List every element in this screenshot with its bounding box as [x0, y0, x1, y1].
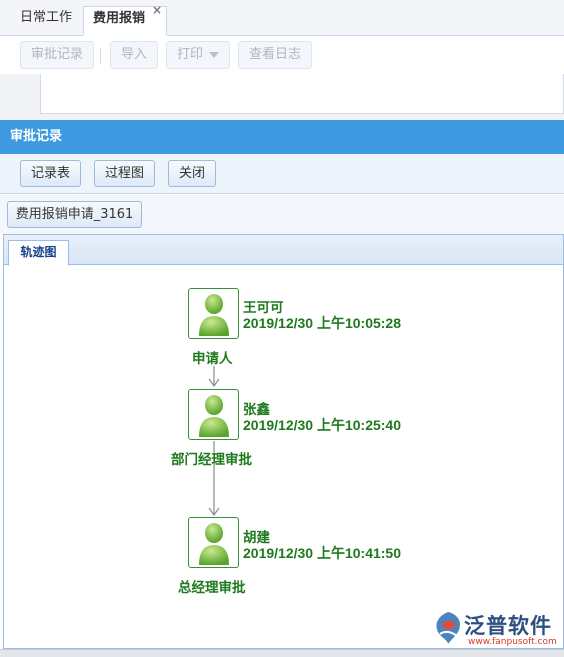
editor-box[interactable]: [40, 74, 564, 114]
tab-label: 费用报销: [93, 11, 146, 26]
node-step: 部门经理审批: [171, 452, 252, 467]
document-row: 费用报销申请_3161: [0, 195, 564, 234]
dialog-title: 审批记录: [0, 120, 564, 154]
toolbar-divider: [100, 48, 101, 64]
watermark-logo: 泛普软件 www.fanpusoft.com: [430, 608, 560, 650]
person-icon: [199, 523, 229, 565]
close-button[interactable]: 关闭: [168, 160, 216, 187]
print-label: 打印: [177, 47, 204, 62]
flow-connectors: [208, 366, 220, 517]
editor-area: [0, 74, 564, 120]
flow-node-applicant[interactable]: [188, 288, 239, 339]
print-button[interactable]: 打印: [166, 41, 231, 69]
brand-name: 泛普软件: [464, 614, 552, 638]
tab-expense-reimbursement[interactable]: 费用报销 ×: [83, 3, 167, 36]
node-step: 申请人: [192, 351, 233, 366]
record-table-button[interactable]: 记录表: [20, 160, 81, 187]
document-button[interactable]: 费用报销申请_3161: [7, 201, 142, 228]
flow-node-general-manager[interactable]: [188, 517, 239, 568]
chevron-down-icon: [209, 51, 220, 58]
person-icon: [199, 294, 229, 336]
process-chart-button[interactable]: 过程图: [94, 160, 155, 187]
node-time: 2019/12/30 上午10:25:40: [243, 417, 401, 433]
view-log-button[interactable]: 查看日志: [238, 41, 313, 69]
node-time: 2019/12/30 上午10:41:50: [243, 545, 401, 561]
node-step: 总经理审批: [178, 580, 246, 595]
node-time: 2019/12/30 上午10:05:28: [243, 315, 401, 331]
flow-node-dept-manager[interactable]: [188, 389, 239, 440]
import-button[interactable]: 导入: [110, 41, 159, 69]
tab-daily-work[interactable]: 日常工作: [10, 6, 82, 36]
dialog-toolbar: 记录表 过程图 关闭: [0, 154, 564, 194]
brand-url: www.fanpusoft.com: [468, 637, 557, 647]
approval-log-button[interactable]: 审批记录: [20, 41, 95, 69]
tab-bar: 日常工作 费用报销 ×: [0, 0, 564, 36]
close-icon[interactable]: ×: [152, 3, 162, 17]
brand-logo-icon: [436, 612, 460, 644]
horizontal-scrollbar[interactable]: [0, 649, 564, 657]
person-icon: [199, 395, 229, 437]
trace-panel: 轨迹图 王可可 2019/12/30 上午10:05:28 申请人 张鑫 201…: [3, 234, 564, 649]
main-toolbar: 审批记录 导入 打印 查看日志: [0, 36, 564, 74]
